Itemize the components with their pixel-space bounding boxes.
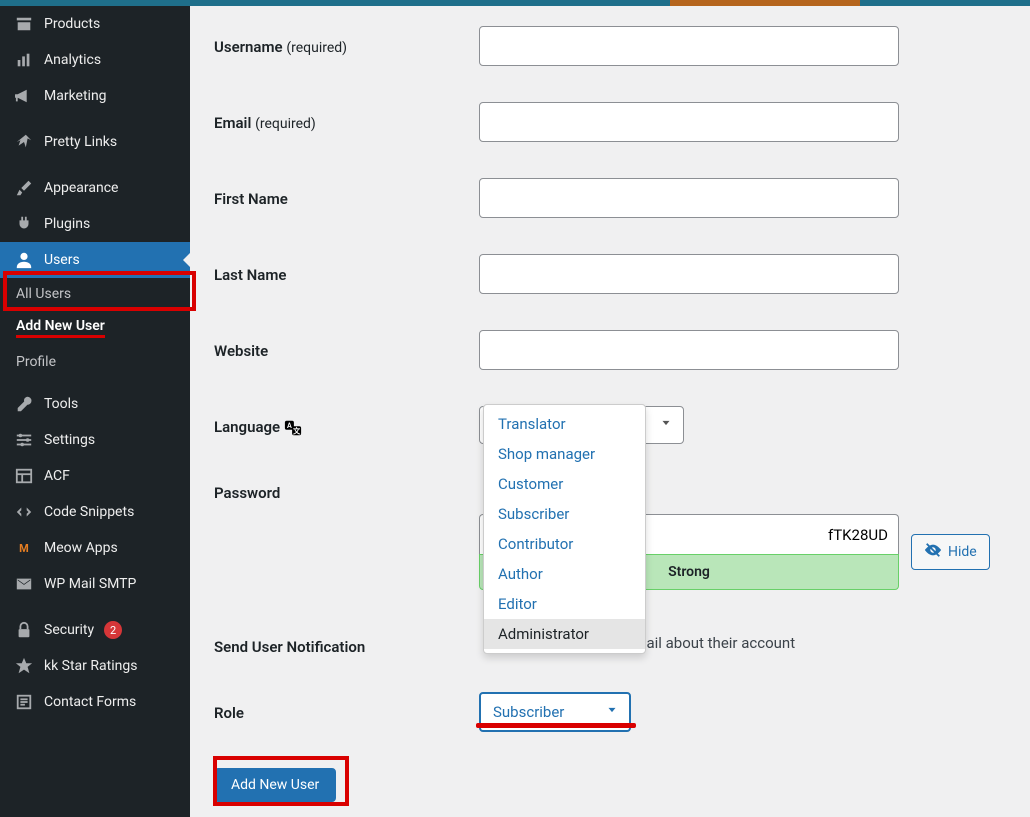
translate-icon: A文 (284, 420, 302, 436)
mail-icon (14, 574, 34, 594)
lastname-input[interactable] (479, 254, 899, 294)
role-option-translator[interactable]: Translator (484, 409, 645, 439)
hide-password-button[interactable]: Hide (911, 534, 990, 570)
sidebar-item-label: Contact Forms (44, 694, 136, 710)
role-option-subscriber[interactable]: Subscriber (484, 499, 645, 529)
star-icon (14, 656, 34, 676)
sidebar-item-label: WP Mail SMTP (44, 576, 136, 592)
role-option-shop-manager[interactable]: Shop manager (484, 439, 645, 469)
sidebar-item-label: Analytics (44, 52, 101, 68)
sidebar-item-kkstar[interactable]: kk Star Ratings (0, 648, 190, 684)
username-input[interactable] (479, 26, 899, 66)
sidebar-item-security[interactable]: Security 2 (0, 612, 190, 648)
sidebar-item-label: Settings (44, 432, 95, 448)
sidebar-sub-add-new-user[interactable]: Add New User (0, 310, 190, 346)
lastname-label: Last Name (214, 254, 479, 284)
sidebar-item-acf[interactable]: ACF (0, 458, 190, 494)
star-arrow-icon (14, 132, 34, 152)
role-option-contributor[interactable]: Contributor (484, 529, 645, 559)
admin-sidebar: Products Analytics Marketing Pretty Link… (0, 6, 190, 817)
chart-icon (14, 50, 34, 70)
sidebar-item-prettylinks[interactable]: Pretty Links (0, 124, 190, 160)
lock-icon (14, 620, 34, 640)
sidebar-item-products[interactable]: Products (0, 6, 190, 42)
sidebar-item-label: Meow Apps (44, 540, 118, 556)
chevron-down-icon (605, 703, 619, 721)
website-label: Website (214, 330, 479, 360)
sidebar-item-wpmailsmtp[interactable]: WP Mail SMTP (0, 566, 190, 602)
code-icon (14, 502, 34, 522)
user-icon (14, 250, 34, 270)
sidebar-sub-profile[interactable]: Profile (0, 346, 190, 378)
svg-text:A: A (287, 421, 292, 430)
language-label: Language A文 (214, 406, 479, 437)
sidebar-item-meow-apps[interactable]: M Meow Apps (0, 530, 190, 566)
sidebar-item-label: Marketing (44, 88, 107, 104)
role-dropdown: Translator Shop manager Customer Subscri… (483, 404, 646, 654)
layout-icon (14, 466, 34, 486)
role-label: Role (214, 692, 479, 722)
role-option-customer[interactable]: Customer (484, 469, 645, 499)
sidebar-item-label: kk Star Ratings (44, 658, 137, 674)
sidebar-item-contact-forms[interactable]: Contact Forms (0, 684, 190, 720)
add-new-user-button[interactable]: Add New User (214, 768, 336, 802)
brush-icon (14, 178, 34, 198)
firstname-input[interactable] (479, 178, 899, 218)
meow-icon: M (14, 538, 34, 558)
sidebar-sub-label: Add New User (16, 318, 105, 338)
role-option-administrator[interactable]: Administrator (484, 619, 645, 649)
sidebar-item-label: Security (44, 622, 94, 638)
archive-icon (14, 14, 34, 34)
password-label: Password (214, 472, 479, 502)
email-input[interactable] (479, 102, 899, 142)
role-option-author[interactable]: Author (484, 559, 645, 589)
sliders-icon (14, 430, 34, 450)
sidebar-item-label: ACF (44, 468, 70, 484)
sidebar-item-label: Tools (44, 396, 78, 412)
chevron-down-icon (659, 416, 673, 434)
sidebar-item-label: Users (44, 252, 80, 268)
sidebar-item-appearance[interactable]: Appearance (0, 170, 190, 206)
sidebar-item-users[interactable]: Users (0, 242, 190, 278)
sidebar-item-marketing[interactable]: Marketing (0, 78, 190, 114)
plug-icon (14, 214, 34, 234)
wrench-icon (14, 394, 34, 414)
svg-text:文: 文 (292, 426, 301, 435)
form-icon (14, 692, 34, 712)
sidebar-sub-all-users[interactable]: All Users (0, 278, 190, 310)
sidebar-item-label: Appearance (44, 180, 118, 196)
megaphone-icon (14, 86, 34, 106)
security-badge: 2 (104, 621, 122, 639)
sidebar-item-code-snippets[interactable]: Code Snippets (0, 494, 190, 530)
sidebar-item-label: Products (44, 16, 100, 32)
sidebar-item-label: Pretty Links (44, 134, 117, 150)
sidebar-item-analytics[interactable]: Analytics (0, 42, 190, 78)
email-label: Email (required) (214, 102, 479, 132)
username-label: Username (required) (214, 26, 479, 56)
sidebar-item-tools[interactable]: Tools (0, 386, 190, 422)
sidebar-item-settings[interactable]: Settings (0, 422, 190, 458)
sidebar-item-label: Code Snippets (44, 504, 134, 520)
sidebar-item-label: Plugins (44, 216, 90, 232)
role-option-editor[interactable]: Editor (484, 589, 645, 619)
website-input[interactable] (479, 330, 899, 370)
firstname-label: First Name (214, 178, 479, 208)
eye-slash-icon (924, 541, 942, 563)
sidebar-item-plugins[interactable]: Plugins (0, 206, 190, 242)
notification-label: Send User Notification (214, 626, 479, 656)
annotation-underline-role (476, 723, 636, 728)
